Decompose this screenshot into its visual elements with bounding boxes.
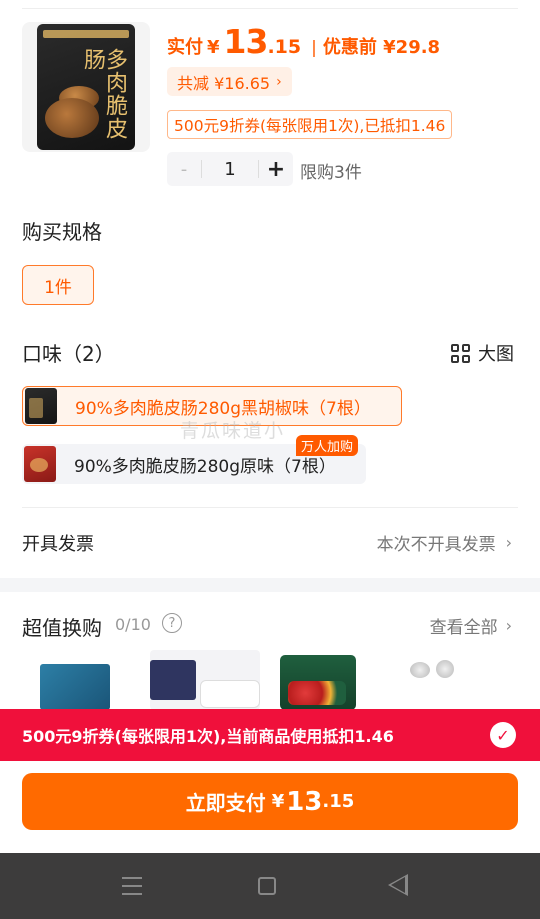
quantity-stepper: - 1 +	[167, 152, 293, 186]
invoice-label: 开具发票	[22, 534, 94, 555]
spec-option-1[interactable]: 1件	[22, 265, 94, 305]
currency-symbol: ¥	[207, 37, 220, 58]
invoice-selector[interactable]: 本次不开具发票 ›	[377, 530, 512, 555]
increase-button[interactable]: +	[259, 157, 293, 182]
big-view-label: 大图	[478, 344, 514, 365]
chevron-right-icon: ›	[276, 73, 282, 90]
total-saved-text: 共减 ¥16.65	[177, 73, 271, 93]
pay-now-button[interactable]: 立即支付 ¥ 13 .15	[22, 773, 518, 830]
home-icon[interactable]	[258, 877, 276, 895]
pay-label: 实付	[167, 37, 203, 58]
pay-now-amount-dec: .15	[322, 791, 355, 812]
spec-section-title: 购买规格	[22, 220, 102, 244]
deal-item-spoons[interactable]	[400, 650, 464, 710]
flavor-thumbnail	[24, 446, 56, 482]
pay-now-label: 立即支付	[185, 791, 266, 815]
quantity-input[interactable]: 1	[202, 159, 258, 180]
price-separator: |	[311, 38, 317, 58]
big-view-toggle[interactable]: 大图	[451, 340, 514, 366]
purchase-limit-text: 限购3件	[300, 163, 362, 183]
flavor-section-title: 口味（2）	[22, 342, 115, 366]
help-icon[interactable]: ?	[162, 613, 182, 633]
see-all-link[interactable]: 查看全部 ›	[430, 613, 512, 638]
deal-item-fruit-snack[interactable]	[280, 655, 356, 710]
section-gap	[0, 578, 540, 592]
popular-badge: 万人加购	[296, 435, 359, 456]
invoice-value: 本次不开具发票	[376, 535, 496, 555]
chevron-right-icon: ›	[505, 533, 512, 552]
pay-amount-int: 13	[223, 22, 269, 61]
coupon-banner: 500元9折券(每张限用1次),当前商品使用抵扣1.46 ✓	[0, 709, 540, 761]
total-saved-chip[interactable]: 共减 ¥16.65 ›	[167, 67, 292, 96]
check-circle-icon[interactable]: ✓	[490, 722, 516, 748]
coupon-tag: 500元9折券(每张限用1次),已抵扣1.46	[167, 110, 453, 139]
decrease-button[interactable]: -	[167, 159, 201, 180]
top-divider	[22, 8, 518, 9]
deal-item-underwear[interactable]	[150, 650, 260, 710]
system-navigation-bar	[0, 853, 540, 919]
chevron-right-icon: ›	[505, 616, 512, 635]
flavor-thumbnail	[25, 388, 57, 424]
currency-symbol: ¥	[271, 791, 285, 812]
sausage-package-icon: 多肉脆皮肠	[37, 24, 135, 150]
flavor-label: 90%多肉脆皮肠280g黑胡椒味（7根）	[75, 398, 371, 419]
pay-price-line: 实付 ¥ 13 .15 | 优惠前 ¥29.8	[167, 22, 440, 61]
price-before-discount: 优惠前 ¥29.8	[322, 37, 441, 58]
section-divider	[22, 507, 518, 508]
see-all-label: 查看全部	[429, 618, 498, 638]
coupon-banner-text: 500元9折券(每张限用1次),当前商品使用抵扣1.46	[22, 727, 394, 746]
deal-item-skincare[interactable]	[40, 664, 110, 710]
grid-icon	[451, 343, 470, 363]
pay-now-amount-int: 13	[286, 786, 323, 817]
watermark: 青瓜味道小	[180, 420, 286, 442]
product-image[interactable]: 多肉脆皮肠	[22, 22, 150, 152]
menu-icon[interactable]	[122, 877, 142, 895]
deals-count: 0/10	[115, 615, 151, 634]
pay-amount-dec: .15	[267, 36, 302, 58]
back-icon[interactable]	[388, 874, 408, 896]
deals-section-title: 超值换购	[22, 616, 102, 640]
